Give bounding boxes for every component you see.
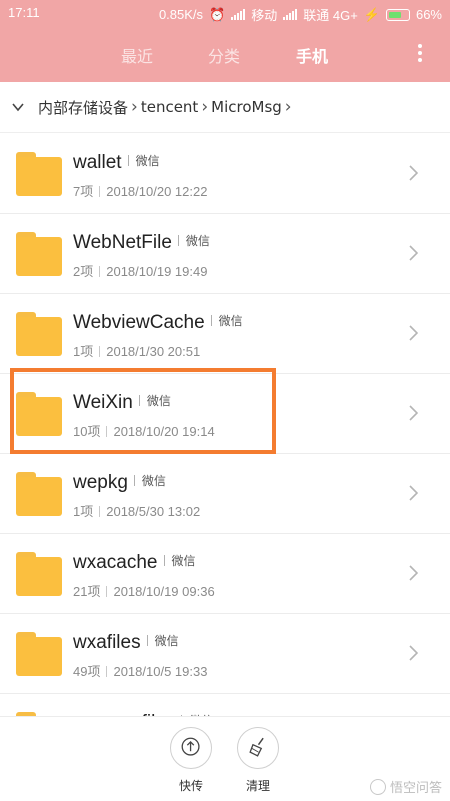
signal-icon-2 [283,9,298,20]
folder-name: wepkg [73,472,128,493]
folder-tag: 微信 [211,314,243,328]
folder-name: wxafiles [73,632,141,653]
modified-date: 2018/10/19 19:49 [106,264,208,279]
chevron-down-icon[interactable] [12,101,24,113]
carrier-1: 移动 [251,8,278,23]
folder-tag: 微信 [134,474,166,488]
breadcrumb-tencent[interactable]: tencent [141,98,198,116]
highlight-box [10,368,276,454]
modified-date: 2018/10/20 12:22 [106,184,208,199]
more-menu-icon[interactable] [418,44,422,62]
folder-icon [16,632,62,676]
list-item[interactable]: WebNetFile 微信 2项 2018/10/19 19:49 [0,214,450,294]
item-count: 21项 [73,584,101,599]
status-right: 0.85K/s ⏰ 移动 联通 4G+ ⚡ 66% [159,5,442,24]
quick-share-button[interactable]: 快传 [161,727,221,794]
watermark: 悟空问答 [369,777,442,796]
item-count: 2项 [73,264,94,279]
item-count: 49项 [73,664,101,679]
chevron-right-icon [409,565,418,581]
watermark-text: 悟空问答 [389,781,442,796]
item-count: 1项 [73,504,94,519]
folder-tag: 微信 [178,234,210,248]
bottom-action-bar: 快传 清理 悟空问答 [0,716,450,801]
breadcrumb-separator-icon: › [131,97,138,117]
quick-share-label: 快传 [178,779,203,793]
chevron-right-icon [409,325,418,341]
breadcrumb: 内部存储设备 › tencent › MicroMsg › [0,82,450,133]
folder-tag: 微信 [147,634,179,648]
breadcrumb-separator-icon: › [201,97,209,117]
item-count: 7项 [73,184,94,199]
status-time: 17:11 [8,5,40,20]
folder-name: WebNetFile [73,232,172,253]
charging-icon: ⚡ [363,6,380,22]
alarm-icon: ⏰ [209,6,226,22]
signal-icon [231,9,246,20]
share-arrow-icon [181,737,200,756]
chevron-right-icon [409,245,418,261]
battery-level: 66% [415,7,442,22]
list-item[interactable]: WebviewCache 微信 1项 2018/1/30 20:51 [0,294,450,374]
tab-recent[interactable]: 最近 [121,43,153,67]
clean-button[interactable]: 清理 [228,727,288,794]
folder-icon [16,472,62,516]
folder-name: wallet [73,152,122,173]
wukong-logo-icon [369,778,386,795]
folder-icon [16,552,62,596]
folder-tag: 微信 [164,554,196,568]
tab-phone[interactable]: 手机 [296,43,328,67]
tab-category[interactable]: 分类 [208,43,240,67]
folder-icon [16,312,62,356]
folder-icon [16,232,62,276]
folder-icon [16,152,62,196]
chevron-right-icon [409,645,418,661]
modified-date: 2018/10/19 09:36 [113,584,215,599]
list-item[interactable]: wxacache 微信 21项 2018/10/19 09:36 [0,534,450,614]
breadcrumb-separator-icon: › [284,97,292,117]
chevron-right-icon [409,485,418,501]
modified-date: 2018/10/5 19:33 [113,664,208,679]
list-item[interactable]: wepkg 微信 1项 2018/5/30 13:02 [0,454,450,534]
folder-tag: 微信 [128,154,160,168]
list-item[interactable]: wxafiles 微信 49项 2018/10/5 19:33 [0,614,450,694]
modified-date: 2018/1/30 20:51 [106,344,201,359]
breadcrumb-micromsg[interactable]: MicroMsg [211,98,282,116]
breadcrumb-storage[interactable]: 内部存储设备 [38,97,128,118]
modified-date: 2018/5/30 13:02 [106,504,201,519]
battery-icon [385,8,410,21]
folder-name: wxacache [73,552,158,573]
folder-name: WebviewCache [73,312,205,333]
chevron-right-icon [409,405,418,421]
tab-bar: 最近 分类 手机 [0,26,450,82]
chevron-right-icon [409,165,418,181]
file-list: wallet 微信 7项 2018/10/20 12:22 WebNetFile 微信… [0,134,450,774]
status-bar: 17:11 0.85K/s ⏰ 移动 联通 4G+ ⚡ 66% [0,0,450,26]
list-item[interactable]: wallet 微信 7项 2018/10/20 12:22 [0,134,450,214]
item-count: 1项 [73,344,94,359]
network-speed: 0.85K/s [158,7,204,22]
carrier-2: 联通 4G+ [303,8,358,23]
app-header: 17:11 0.85K/s ⏰ 移动 联通 4G+ ⚡ 66% 最近 分类 手机 [0,0,450,82]
broom-icon [248,737,264,757]
clean-label: 清理 [245,779,270,793]
